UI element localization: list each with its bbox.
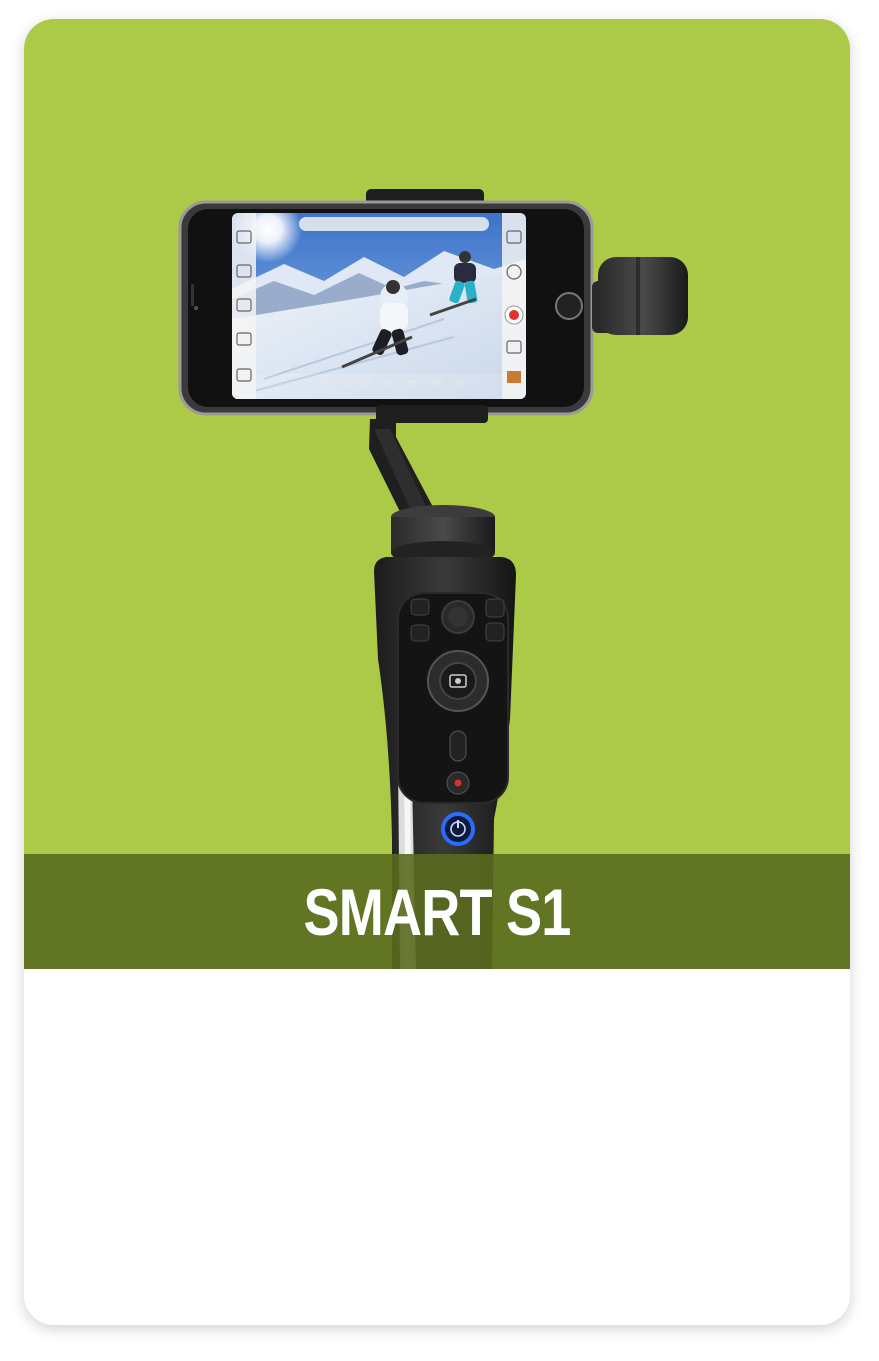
screen-label-iso: ISO bbox=[380, 380, 393, 387]
screen-label-shutter: SHUTTER bbox=[340, 380, 373, 387]
screen-label-af: AF bbox=[456, 380, 465, 387]
screen-label-mf: MF bbox=[432, 380, 442, 387]
gimbal-product-image: EV SHUTTER ISO WB MF AF bbox=[178, 189, 688, 969]
screen-label-ev: EV bbox=[318, 380, 328, 387]
screen-label-wb: WB bbox=[406, 380, 418, 387]
product-hero: EV SHUTTER ISO WB MF AF bbox=[24, 19, 850, 969]
product-card[interactable]: EV SHUTTER ISO WB MF AF SMART S1 bbox=[24, 19, 850, 1325]
card-body bbox=[24, 969, 850, 1325]
product-title[interactable]: SMART S1 bbox=[98, 854, 775, 969]
